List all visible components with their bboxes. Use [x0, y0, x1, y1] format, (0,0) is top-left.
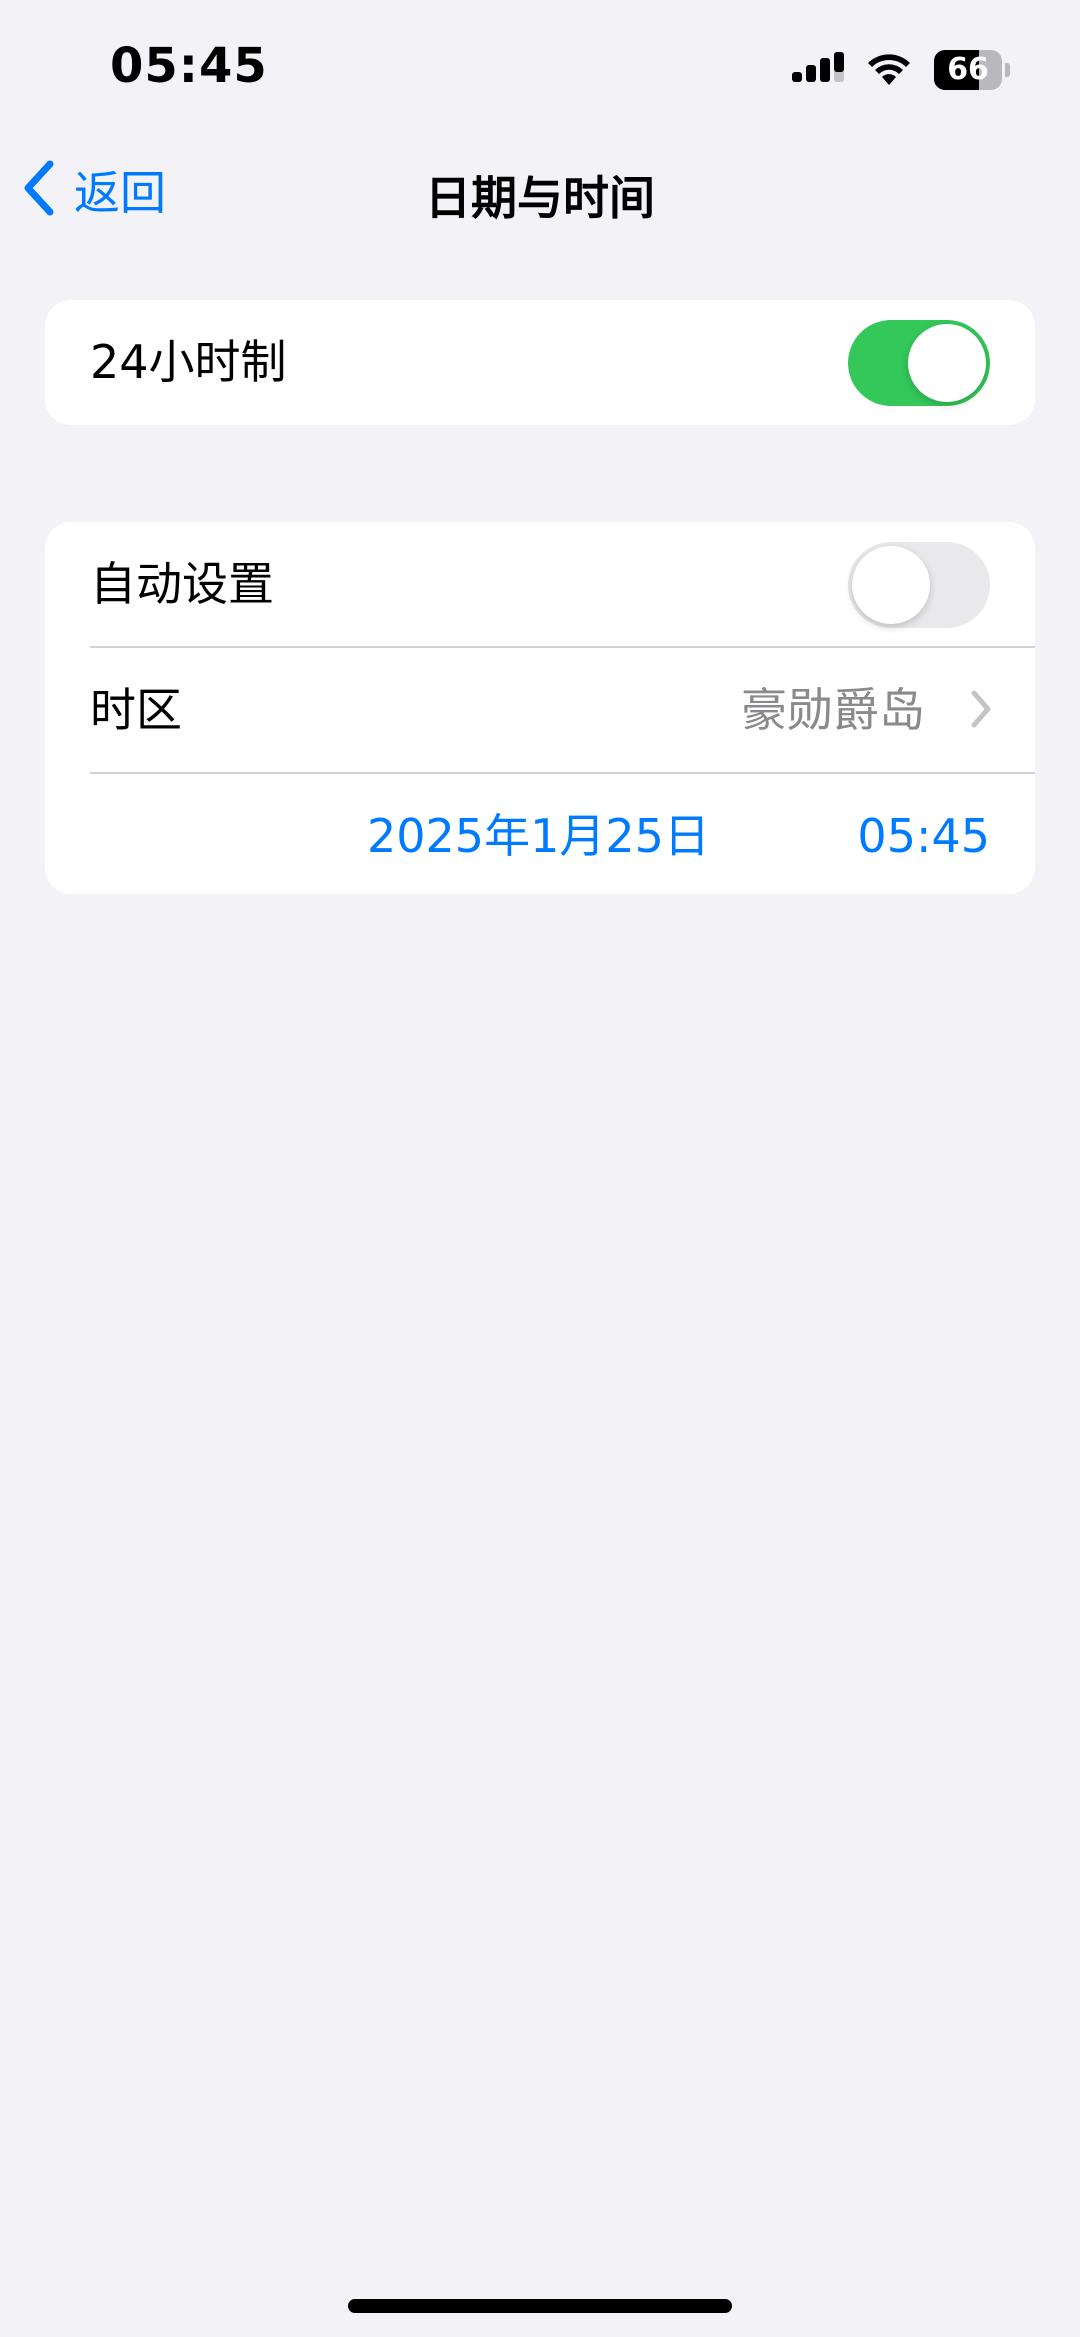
- battery-body: 66: [934, 50, 1003, 90]
- row-date-time: 2025年1月25日 05:45: [45, 774, 1035, 894]
- status-icons: 66: [792, 48, 1010, 92]
- time-picker[interactable]: 05:45: [857, 774, 990, 894]
- settings-group-date-time: 自动设置 时区 豪勋爵岛 2025年1月25日 05:45: [45, 522, 1035, 894]
- row-timezone[interactable]: 时区 豪勋爵岛: [45, 648, 1035, 772]
- auto-set-toggle[interactable]: [848, 542, 990, 628]
- hour24-label: 24小时制: [90, 335, 287, 389]
- battery-cap: [1005, 63, 1010, 77]
- status-bar: 05:45 66: [0, 0, 1080, 140]
- settings-group-time-format: 24小时制: [45, 300, 1035, 425]
- auto-set-label: 自动设置: [90, 557, 274, 611]
- timezone-label: 时区: [90, 683, 182, 737]
- row-auto-set: 自动设置: [45, 522, 1035, 646]
- battery-icon: 66: [934, 50, 1010, 90]
- hour24-toggle[interactable]: [848, 320, 990, 406]
- date-time-settings-screen: 05:45 66 返回 日期与时间 24小时制 自动设置 时区 豪勋爵岛 202…: [0, 0, 1080, 2337]
- wifi-icon: [866, 53, 912, 87]
- toggle-knob: [908, 324, 986, 402]
- timezone-value: 豪勋爵岛: [741, 683, 925, 737]
- home-indicator[interactable]: [348, 2299, 732, 2313]
- navigation-bar: 返回 日期与时间: [0, 140, 1080, 240]
- chevron-right-icon: [969, 688, 993, 734]
- page-title: 日期与时间: [425, 171, 655, 225]
- toggle-knob: [852, 546, 930, 624]
- status-time: 05:45: [110, 38, 268, 94]
- row-24-hour: 24小时制: [45, 300, 1035, 424]
- cellular-signal-icon: [792, 52, 844, 88]
- date-picker[interactable]: 2025年1月25日: [367, 774, 710, 894]
- battery-level: 66: [947, 52, 989, 87]
